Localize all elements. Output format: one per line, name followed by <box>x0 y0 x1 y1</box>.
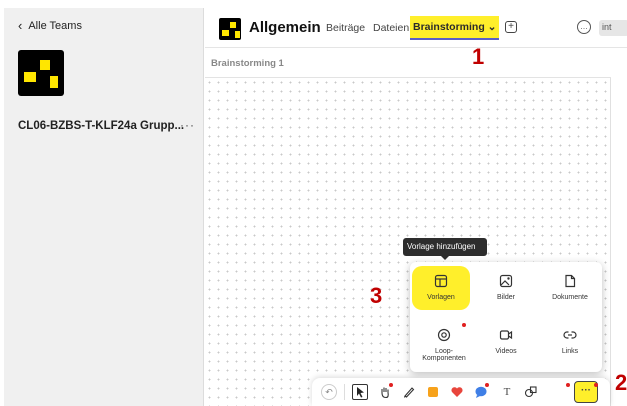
notification-dot <box>485 383 489 387</box>
menu-item-label: Vorlagen <box>427 294 455 301</box>
image-icon <box>499 274 513 288</box>
tab-dateien[interactable]: Dateien <box>373 22 409 34</box>
menu-item-bilder[interactable]: Bilder <box>474 266 538 316</box>
back-label: Alle Teams <box>28 19 82 32</box>
menu-item-label: Bilder <box>497 294 515 301</box>
menu-item-label: Links <box>561 348 579 355</box>
tooltip: Vorlage hinzufügen <box>403 238 487 256</box>
annotation-number-3: 3 <box>370 283 383 308</box>
team-name[interactable]: CL06-BZBS-T-KLF24a Grupp... <box>18 120 184 132</box>
team-more-options-icon[interactable]: ··· <box>180 118 195 132</box>
int-button[interactable]: int <box>599 20 627 36</box>
menu-item-dokumente[interactable]: Dokumente <box>538 266 602 316</box>
template-icon <box>434 274 448 288</box>
comment-bubble-icon[interactable] <box>474 385 488 399</box>
text-tool-icon[interactable]: T <box>500 385 514 399</box>
annotation-number-2: 2 <box>615 370 627 395</box>
document-icon <box>565 274 576 288</box>
whiteboard-title: Brainstorming 1 <box>211 58 284 69</box>
team-sidebar: ‹ Alle Teams CL06-BZBS-T-KLF24a Grupp...… <box>4 8 204 406</box>
menu-item-label: Videos <box>495 348 517 355</box>
chat-icon[interactable]: … <box>577 20 591 34</box>
team-logo <box>18 50 64 96</box>
menu-item-links[interactable]: Links <box>538 320 602 370</box>
menu-item-label: Loop- Komponenten <box>422 348 466 362</box>
add-tab-icon[interactable]: + <box>505 21 517 33</box>
tooltip-arrow <box>440 255 450 260</box>
notification-dot <box>389 383 393 387</box>
select-tool-icon[interactable] <box>352 384 368 400</box>
link-icon <box>563 331 577 339</box>
notification-dot <box>566 383 570 387</box>
chevron-left-icon: ‹ <box>18 18 23 33</box>
pen-icon[interactable] <box>402 385 416 399</box>
reaction-heart-icon[interactable] <box>450 385 464 399</box>
back-to-teams-button[interactable]: ‹ Alle Teams <box>18 18 82 33</box>
shapes-icon[interactable] <box>524 385 538 399</box>
loop-icon <box>437 328 451 342</box>
whiteboard-toolbar: ↶ T ··· <box>312 378 610 406</box>
channel-title: Allgemein <box>249 19 321 36</box>
menu-item-loop-komponenten[interactable]: Loop- Komponenten <box>412 320 476 370</box>
notification-dot <box>594 383 598 387</box>
channel-header: Allgemein Beiträge Dateien Brainstorming… <box>205 8 627 48</box>
menu-item-label: Dokumente <box>552 294 588 301</box>
toolbar-divider <box>344 384 345 400</box>
menu-item-videos[interactable]: Videos <box>474 320 538 370</box>
tab-beitraege[interactable]: Beiträge <box>326 22 365 34</box>
undo-icon[interactable]: ↶ <box>321 384 337 400</box>
whiteboard-subheader: Brainstorming 1 <box>205 48 611 78</box>
annotation-number-1: 1 <box>472 44 485 69</box>
channel-logo <box>219 18 241 40</box>
notification-dot <box>462 323 466 327</box>
teams-window: ‹ Alle Teams CL06-BZBS-T-KLF24a Grupp...… <box>0 0 627 406</box>
insert-menu: Vorlagen Bilder Dokumente Loop- Komponen… <box>410 262 602 372</box>
sticky-note-icon[interactable] <box>426 385 440 399</box>
video-icon <box>499 330 513 340</box>
pan-hand-icon[interactable] <box>378 385 392 399</box>
menu-item-vorlagen[interactable]: Vorlagen <box>412 266 470 310</box>
tab-brainstorming[interactable]: Brainstorming ⌄ <box>410 16 500 40</box>
